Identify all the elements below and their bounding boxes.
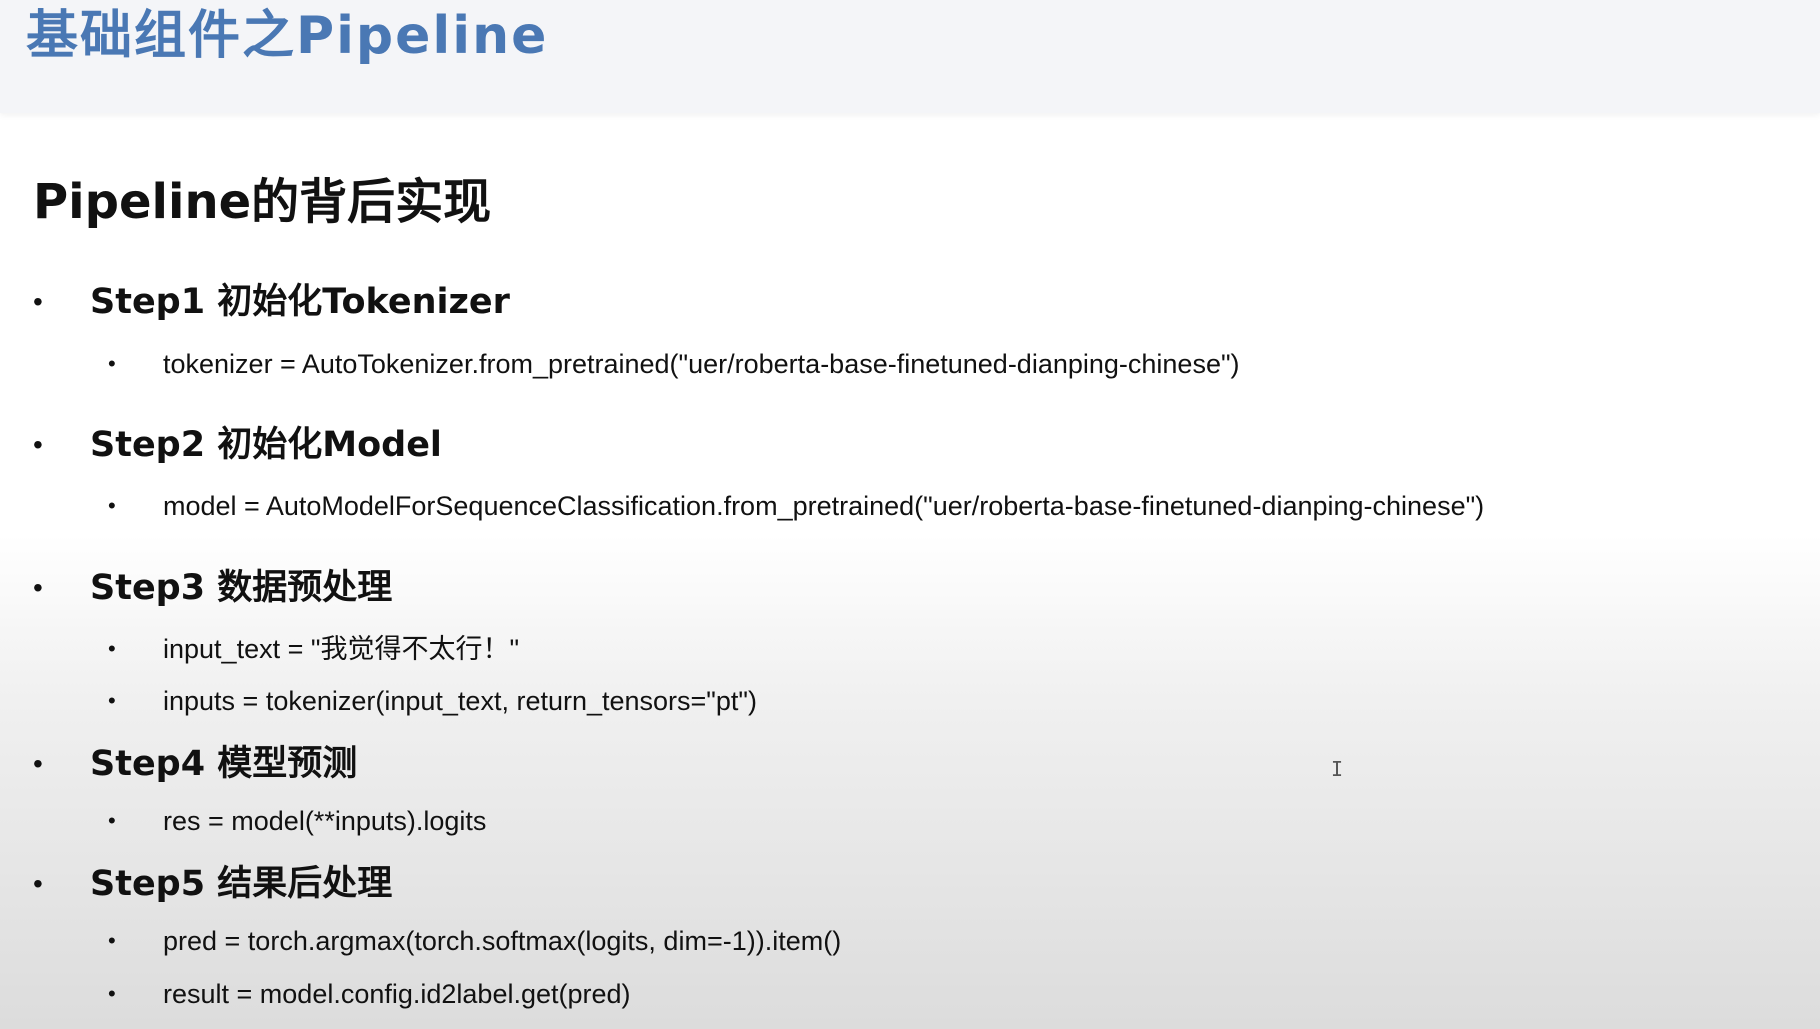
- step-label: Step2 初始化Model: [90, 425, 442, 465]
- bullet-icon: •: [33, 572, 43, 603]
- bullet-icon: •: [108, 928, 116, 953]
- code-line: tokenizer = AutoTokenizer.from_pretraine…: [163, 349, 1240, 379]
- step-label: Step3 数据预处理: [90, 568, 393, 608]
- section-title: Pipeline的背后实现: [33, 174, 492, 230]
- step-label: Step1 初始化Tokenizer: [90, 282, 510, 322]
- bullet-icon: •: [108, 636, 116, 661]
- bullet-icon: •: [33, 748, 43, 779]
- step-label: Step4 模型预测: [90, 744, 358, 784]
- slide-title: 基础组件之Pipeline: [26, 6, 549, 66]
- code-line: inputs = tokenizer(input_text, return_te…: [163, 686, 757, 716]
- bullet-icon: •: [33, 429, 43, 460]
- bullet-icon: •: [33, 286, 43, 317]
- bullet-icon: •: [108, 808, 116, 833]
- text-cursor-icon: I: [1331, 757, 1344, 781]
- step-label: Step5 结果后处理: [90, 864, 393, 904]
- bullet-icon: •: [108, 981, 116, 1006]
- bullet-icon: •: [108, 688, 116, 713]
- bullet-icon: •: [108, 351, 116, 376]
- bullet-icon: •: [108, 493, 116, 518]
- bullet-icon: •: [33, 868, 43, 899]
- code-line: res = model(**inputs).logits: [163, 806, 487, 836]
- code-line: result = model.config.id2label.get(pred): [163, 979, 631, 1009]
- code-line: input_text = "我觉得不太行！": [163, 634, 520, 664]
- code-line: pred = torch.argmax(torch.softmax(logits…: [163, 926, 842, 956]
- code-line: model = AutoModelForSequenceClassificati…: [163, 491, 1485, 521]
